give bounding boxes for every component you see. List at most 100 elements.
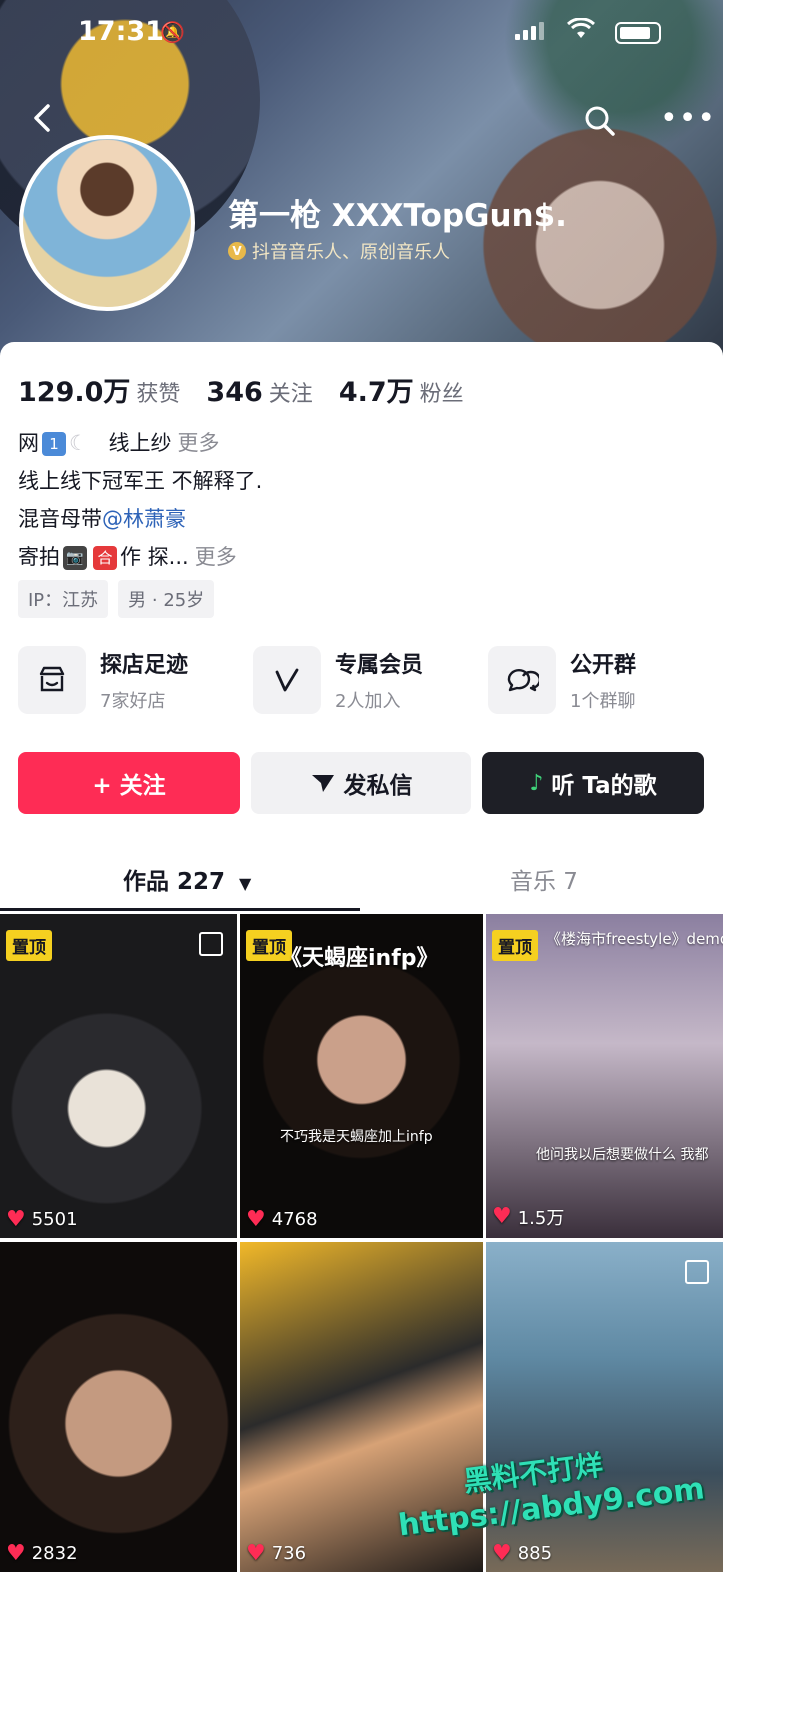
pinned-badge: 置顶 <box>492 930 538 961</box>
bio-line-2: 线上线下冠军王 不解释了. <box>18 469 263 493</box>
follow-button[interactable]: + 关注 <box>18 752 240 814</box>
cellular-signal-icon <box>515 22 544 40</box>
keycap-one-icon: 1 <box>42 432 66 456</box>
feature-subtitle: 7家好店 <box>100 691 166 712</box>
video-tile[interactable]: ♥ 2832 <box>0 1242 237 1572</box>
bio-more-link[interactable]: 更多 <box>178 431 220 455</box>
profile-features: 探店足迹 7家好店 专属会员 2人加入 公开群 1个群聊 <box>18 646 708 714</box>
likes-count: 736 <box>271 1543 307 1564</box>
stat-value: 346 <box>206 377 263 408</box>
bio-text: 网 <box>18 431 39 455</box>
video-likes: ♥ 2832 <box>6 1542 78 1564</box>
heart-icon: ♥ <box>492 1204 512 1229</box>
store-icon <box>18 646 86 714</box>
mute-bell-icon: 🔕 <box>160 20 185 44</box>
profile-name: 第一枪 XXXTopGun$. <box>228 198 567 234</box>
bio-text: 线上纱 <box>108 431 172 455</box>
caret-down-icon: ▼ <box>239 874 252 893</box>
stat-followers[interactable]: 4.7万 粉丝 <box>339 370 464 409</box>
back-arrow-icon[interactable] <box>30 100 54 145</box>
video-likes: ♥ 885 <box>492 1540 553 1566</box>
bio-text: 作 探... <box>120 545 189 569</box>
likes-count: 1.5万 <box>517 1208 565 1229</box>
video-likes: ♥ 5501 <box>6 1206 78 1232</box>
video-likes: ♥ 1.5万 <box>492 1204 564 1230</box>
profile-header-background: 17:31 🔕 ••• 第一枪 XXXTopGun$. V 抖音音乐人、原创音乐… <box>0 0 723 380</box>
stat-label: 关注 <box>268 382 313 407</box>
video-likes: ♥ 736 <box>246 1540 307 1566</box>
feature-subtitle: 2人加入 <box>335 691 401 712</box>
profile-card: 129.0万 获赞 346 关注 4.7万 粉丝 网 1 ☾ 线上纱 更多 线上线下冠… <box>0 342 723 1736</box>
video-title: 《楼海市freestyle》demo <box>546 930 723 948</box>
bio-mention-link[interactable]: @林萧豪 <box>102 507 186 531</box>
heart-icon: ♥ <box>246 1206 266 1232</box>
more-options-icon[interactable]: ••• <box>660 104 716 134</box>
battery-icon <box>615 22 661 44</box>
status-bar: 17:31 🔕 <box>0 14 723 54</box>
listen-songs-label: 听 Ta的歌 <box>551 773 657 799</box>
video-tile[interactable]: 置顶 《楼海市freestyle》demo 他问我以后想要做什么 我都 ♥ 1.5… <box>486 914 723 1238</box>
heart-icon: ♥ <box>246 1540 266 1566</box>
multi-image-icon <box>685 1260 709 1284</box>
cooperation-badge-icon: 合 <box>93 546 117 570</box>
stat-likes[interactable]: 129.0万 获赞 <box>18 370 180 409</box>
message-button-label: 发私信 <box>343 773 413 799</box>
feature-public-group[interactable]: 公开群 1个群聊 <box>488 646 708 714</box>
stat-value: 129.0万 <box>18 377 131 408</box>
avatar[interactable] <box>19 135 195 311</box>
video-subtitle: 不巧我是天蝎座加上infp <box>280 1129 433 1145</box>
bio-more-link[interactable]: 更多 <box>195 545 237 569</box>
stat-label: 获赞 <box>136 382 181 407</box>
bio-text: 寄拍 <box>18 545 60 569</box>
likes-count: 4768 <box>271 1209 318 1230</box>
music-note-icon: ♪ <box>529 770 544 796</box>
video-subtitle: 他问我以后想要做什么 我都 <box>536 1147 709 1163</box>
status-time: 17:31 <box>78 16 164 47</box>
feature-subtitle: 1个群聊 <box>570 691 636 712</box>
multi-image-icon <box>199 932 223 956</box>
member-v-icon <box>253 646 321 714</box>
heart-icon: ♥ <box>492 1540 512 1566</box>
likes-count: 2832 <box>31 1543 78 1564</box>
verified-label: V 抖音音乐人、原创音乐人 <box>228 238 450 264</box>
tag-gender-age: 男 · 25岁 <box>118 580 215 618</box>
profile-bio: 网 1 ☾ 线上纱 更多 线上线下冠军王 不解释了. 混音母带@林萧豪 寄拍 📷 合作 探… <box>18 424 262 576</box>
bio-line-3: 混音母带@林萧豪 <box>18 500 262 538</box>
video-tile[interactable]: 置顶 ♥ 5501 <box>0 914 237 1238</box>
video-likes: ♥ 4768 <box>246 1206 318 1232</box>
feature-title: 专属会员 <box>335 653 424 678</box>
group-chat-icon <box>488 646 556 714</box>
profile-stats: 129.0万 获赞 346 关注 4.7万 粉丝 <box>18 370 490 409</box>
video-tile[interactable]: 置顶 《天蝎座infp》 不巧我是天蝎座加上infp ♥ 4768 <box>240 914 483 1238</box>
pinned-badge: 置顶 <box>6 930 52 961</box>
likes-count: 885 <box>517 1543 553 1564</box>
message-button[interactable]: 发私信 <box>251 752 471 814</box>
stat-following[interactable]: 346 关注 <box>206 376 312 408</box>
feature-title: 探店足迹 <box>100 653 189 678</box>
tag-ip-location: IP：江苏 <box>18 580 109 618</box>
content-tabs: 作品 227 ▼ 音乐 7 <box>0 848 723 911</box>
active-tab-indicator <box>0 908 360 911</box>
send-icon <box>311 775 334 792</box>
verified-badge-icon: V <box>228 242 246 260</box>
verified-text: 抖音音乐人、原创音乐人 <box>252 242 450 263</box>
heart-icon: ♥ <box>6 1206 26 1232</box>
wifi-icon <box>566 17 596 46</box>
feature-store-visits[interactable]: 探店足迹 7家好店 <box>18 646 238 714</box>
tab-music[interactable]: 音乐 7 <box>510 862 578 896</box>
camera-icon: 📷 <box>63 546 87 570</box>
bio-line-4: 寄拍 📷 合作 探... 更多 <box>18 538 262 576</box>
moon-icon: ☾ <box>69 431 88 455</box>
tab-works[interactable]: 作品 227 ▼ <box>123 862 251 896</box>
tab-works-label: 作品 227 <box>123 869 226 895</box>
feature-membership[interactable]: 专属会员 2人加入 <box>253 646 473 714</box>
search-icon[interactable] <box>583 104 617 138</box>
bio-text: 混音母带 <box>18 507 102 531</box>
video-title: 《天蝎座infp》 <box>280 946 439 971</box>
feature-title: 公开群 <box>570 653 637 678</box>
stat-label: 粉丝 <box>419 382 464 407</box>
stat-value: 4.7万 <box>338 377 414 408</box>
profile-actions: + 关注 发私信 ♪ 听 Ta的歌 <box>18 752 704 814</box>
listen-songs-button[interactable]: ♪ 听 Ta的歌 <box>482 752 704 814</box>
profile-tags: IP：江苏 男 · 25岁 <box>18 580 215 618</box>
